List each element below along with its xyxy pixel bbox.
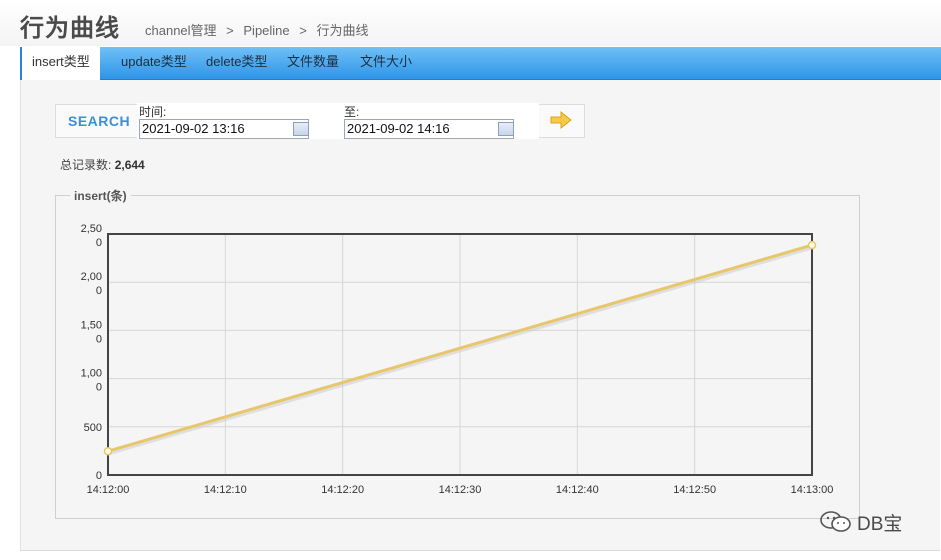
x-tick-label: 14:12:00 bbox=[87, 484, 130, 496]
y-tick-label-line: 2,00 bbox=[81, 271, 102, 283]
chart-panel: insert(条) 0 500 1,00 0 1,50 0 2,00 0 2,50 0 14:12:… bbox=[55, 187, 860, 519]
tab-bar: insert类型 update类型 delete类型 文件数量 文件大小 bbox=[20, 47, 941, 80]
breadcrumb-item-channel[interactable]: channel管理 bbox=[145, 23, 217, 38]
y-tick-label-line: 0 bbox=[96, 470, 102, 482]
start-time-input[interactable]: 2021-09-02 13:16 bbox=[139, 119, 309, 139]
breadcrumb-item-current: 行为曲线 bbox=[316, 23, 369, 38]
start-time-label: 时间: bbox=[139, 105, 167, 119]
tab-file-count[interactable]: 文件数量 bbox=[277, 47, 349, 79]
x-tick-label: 14:12:20 bbox=[321, 484, 364, 496]
breadcrumb-separator: > bbox=[226, 23, 234, 38]
series-point bbox=[807, 240, 817, 250]
y-tick-label: 500 bbox=[84, 422, 102, 434]
y-tick-label-line: 500 bbox=[84, 422, 102, 434]
x-tick-label: 14:12:40 bbox=[556, 484, 599, 496]
watermark: DB宝 bbox=[818, 508, 928, 535]
line-chart: 0 500 1,00 0 1,50 0 2,00 0 2,50 0 14:12:00 14:12:10… bbox=[81, 223, 834, 496]
y-tick-label-line: 1,50 bbox=[81, 319, 102, 331]
arrow-right-icon[interactable] bbox=[549, 110, 573, 130]
calendar-icon[interactable] bbox=[293, 122, 309, 136]
x-tick-label: 14:13:00 bbox=[791, 484, 834, 496]
tab-insert[interactable]: insert类型 bbox=[20, 47, 100, 80]
y-tick-label: 2,50 0 bbox=[81, 223, 102, 249]
breadcrumb-separator: > bbox=[299, 23, 307, 38]
x-tick-label: 14:12:10 bbox=[204, 484, 247, 496]
total-records-value: 2,644 bbox=[114, 158, 145, 172]
tab-file-size[interactable]: 文件大小 bbox=[350, 47, 422, 79]
search-label: SEARCH bbox=[68, 113, 131, 129]
y-tick-label: 1,50 0 bbox=[81, 319, 102, 345]
x-tick-label: 14:12:30 bbox=[439, 484, 482, 496]
y-tick-label-line: 0 bbox=[96, 285, 102, 297]
x-tick-label: 14:12:50 bbox=[673, 484, 716, 496]
content-area: SEARCH 时间: 2021-09-02 13:16 至: 2021-09-0… bbox=[20, 80, 940, 551]
y-tick-label-line: 0 bbox=[96, 333, 102, 345]
tab-delete[interactable]: delete类型 bbox=[196, 47, 277, 79]
y-tick-label-line: 2,50 bbox=[81, 223, 102, 235]
watermark-text: DB宝 bbox=[857, 514, 903, 535]
end-time-input[interactable]: 2021-09-02 14:16 bbox=[344, 119, 514, 139]
y-tick-label: 2,00 0 bbox=[81, 271, 102, 297]
total-records: 总记录数: 2,644 bbox=[60, 156, 145, 173]
total-records-label: 总记录数: bbox=[60, 158, 112, 172]
breadcrumb-item-pipeline[interactable]: Pipeline bbox=[243, 23, 289, 38]
calendar-icon[interactable] bbox=[498, 122, 514, 136]
y-tick-label: 1,00 0 bbox=[81, 368, 102, 394]
search-panel: SEARCH 时间: 2021-09-02 13:16 至: 2021-09-0… bbox=[55, 103, 585, 139]
series-point bbox=[103, 446, 113, 456]
y-tick-label: 0 bbox=[96, 470, 102, 482]
wechat-icon bbox=[820, 511, 851, 532]
tab-update[interactable]: update类型 bbox=[111, 47, 197, 79]
end-time-label: 至: bbox=[344, 105, 360, 119]
page-header: 行为曲线 channel管理 > Pipeline > 行为曲线 bbox=[0, 0, 941, 46]
page-title: 行为曲线 bbox=[20, 14, 120, 42]
y-tick-label-line: 0 bbox=[96, 382, 102, 394]
search-fields: 时间: 2021-09-02 13:16 至: 2021-09-02 14:16 bbox=[137, 103, 539, 139]
y-tick-label-line: 1,00 bbox=[81, 368, 102, 380]
breadcrumb: channel管理 > Pipeline > 行为曲线 bbox=[145, 20, 375, 39]
y-tick-label-line: 0 bbox=[96, 237, 102, 249]
